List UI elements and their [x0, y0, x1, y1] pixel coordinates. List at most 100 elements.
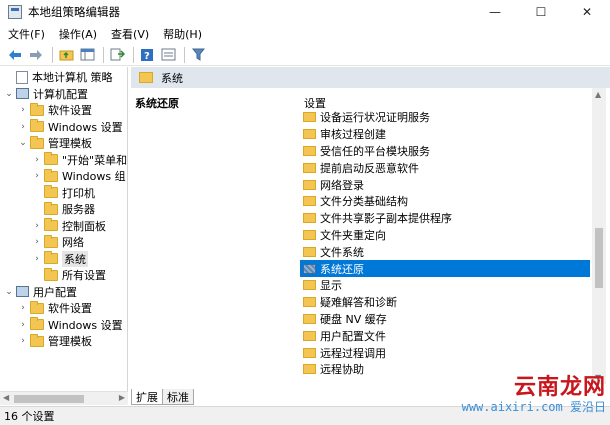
- settings-list-item[interactable]: 受信任的平台模块服务: [300, 143, 590, 160]
- tree-item[interactable]: 服务器: [32, 201, 95, 217]
- expand-chevron-icon[interactable]: ›: [32, 221, 42, 231]
- menu-bar: 文件(F) 操作(A) 查看(V) 帮助(H): [0, 24, 610, 44]
- menu-help[interactable]: 帮助(H): [163, 26, 202, 42]
- expand-chevron-icon[interactable]: ›: [32, 171, 42, 181]
- tree-item[interactable]: › 软件设置: [18, 102, 92, 118]
- expand-chevron-icon[interactable]: ›: [18, 320, 28, 330]
- tab-extended[interactable]: 扩展: [131, 389, 163, 405]
- scroll-left-icon[interactable]: ◀: [3, 393, 9, 402]
- tree-item[interactable]: › 软件设置: [18, 300, 92, 316]
- settings-list-item[interactable]: 硬盘 NV 缓存: [300, 311, 590, 328]
- expand-chevron-icon[interactable]: ›: [18, 122, 28, 132]
- navigation-tree: 本地计算机 策略 ⌄ 计算机配置 › 软件设置 › Windows 设置 ⌄ 管理模板 › "开始"…: [0, 67, 128, 405]
- help-icon[interactable]: ?: [138, 46, 156, 64]
- menu-file[interactable]: 文件(F): [8, 26, 45, 42]
- menu-view[interactable]: 查看(V): [111, 26, 149, 42]
- up-folder-icon[interactable]: [57, 46, 75, 64]
- settings-list-item[interactable]: 提前启动反恶意软件: [300, 159, 590, 176]
- settings-list-item[interactable]: 文件分类基础结构: [300, 193, 590, 210]
- list-vertical-scrollbar[interactable]: ▲ ▼: [592, 88, 606, 384]
- settings-list-item[interactable]: 系统还原: [300, 260, 590, 277]
- settings-list-item-label: 文件系统: [320, 245, 364, 259]
- tree-item[interactable]: › Windows 设置: [18, 317, 123, 333]
- description-title: 系统还原: [135, 97, 179, 110]
- tree-item[interactable]: 所有设置: [32, 267, 106, 283]
- expand-chevron-icon[interactable]: ›: [32, 155, 42, 165]
- content-header-title: 系统: [161, 71, 183, 85]
- toolbar: ?: [0, 44, 610, 66]
- scroll-up-icon[interactable]: ▲: [595, 90, 601, 99]
- expand-chevron-icon[interactable]: ›: [32, 237, 42, 247]
- gpedit-app-icon: [8, 5, 22, 19]
- tree-item[interactable]: › Windows 设置: [18, 119, 123, 135]
- tree-item-label: 控制面板: [62, 219, 106, 233]
- tree-item[interactable]: 打印机: [32, 185, 95, 201]
- scroll-right-icon[interactable]: ▶: [119, 393, 125, 402]
- settings-list: 设置 设备运行状况证明服务 审核过程创建 受信任的平台模块服务 提前启动反恶意软件 网络…: [300, 88, 590, 384]
- settings-list-item[interactable]: 审核过程创建: [300, 126, 590, 143]
- settings-list-item[interactable]: 显示: [300, 277, 590, 294]
- folder-icon: [44, 185, 58, 198]
- folder-icon: [303, 129, 316, 140]
- tree-item[interactable]: › 系统: [32, 250, 88, 267]
- policy-document-icon: [16, 70, 28, 84]
- scroll-thumb[interactable]: [14, 395, 84, 403]
- minimize-button[interactable]: —: [472, 0, 518, 24]
- expand-chevron-icon[interactable]: ›: [18, 303, 28, 313]
- filter-icon[interactable]: [189, 46, 207, 64]
- settings-list-item-label: 提前启动反恶意软件: [320, 161, 419, 175]
- status-text: 16 个设置: [4, 410, 55, 423]
- show-hide-tree-icon[interactable]: [78, 46, 96, 64]
- settings-list-item-label: 受信任的平台模块服务: [320, 144, 430, 158]
- folder-icon: [44, 267, 58, 281]
- folder-icon: [44, 201, 58, 215]
- expand-chevron-icon[interactable]: ›: [18, 105, 28, 115]
- tree-item-label: Windows 设置: [48, 120, 123, 134]
- expand-chevron-icon[interactable]: ›: [32, 254, 42, 264]
- tree-item[interactable]: ⌄ 管理模板: [18, 135, 92, 151]
- settings-list-item[interactable]: 文件共享影子副本提供程序: [300, 210, 590, 227]
- collapse-chevron-icon[interactable]: ⌄: [18, 138, 28, 148]
- tree-item[interactable]: › Windows 组: [32, 168, 126, 184]
- forward-arrow-icon[interactable]: [27, 46, 45, 64]
- settings-list-item[interactable]: 用户配置文件: [300, 327, 590, 344]
- tree-item[interactable]: › "开始"菜单和: [32, 152, 127, 168]
- settings-list-item-label: 文件共享影子副本提供程序: [320, 212, 452, 226]
- maximize-button[interactable]: ☐: [518, 0, 564, 24]
- settings-list-item-label: 文件分类基础结构: [320, 195, 408, 209]
- tree-item[interactable]: › 管理模板: [18, 333, 92, 349]
- collapse-chevron-icon[interactable]: ⌄: [4, 89, 14, 99]
- tree-horizontal-scrollbar[interactable]: ◀ ▶: [0, 391, 128, 405]
- settings-list-item[interactable]: 远程过程调用: [300, 344, 590, 361]
- tree-item[interactable]: ⌄ 用户配置: [4, 284, 77, 300]
- settings-list-item[interactable]: 文件夹重定向: [300, 227, 590, 244]
- folder-icon: [303, 229, 316, 240]
- settings-list-item-label: 设备运行状况证明服务: [320, 111, 430, 125]
- properties-icon[interactable]: [159, 46, 177, 64]
- tree-item[interactable]: › 网络: [32, 234, 84, 250]
- settings-list-item[interactable]: 疑难解答和诊断: [300, 294, 590, 311]
- settings-list-item[interactable]: 网络登录: [300, 176, 590, 193]
- folder-icon: [30, 119, 44, 132]
- tab-standard[interactable]: 标准: [162, 389, 194, 405]
- tree-item-label: 所有设置: [62, 269, 106, 282]
- folder-icon: [30, 317, 44, 330]
- scroll-thumb[interactable]: [595, 228, 603, 288]
- toolbar-separator: [184, 46, 185, 63]
- expand-chevron-icon[interactable]: ›: [18, 336, 28, 346]
- settings-list-item[interactable]: 文件系统: [300, 243, 590, 260]
- tree-item[interactable]: ⌄ 计算机配置: [4, 86, 88, 102]
- folder-icon: [303, 297, 316, 308]
- tree-item[interactable]: 本地计算机 策略: [4, 69, 113, 85]
- settings-list-item[interactable]: 设备运行状况证明服务: [300, 109, 590, 126]
- back-arrow-icon[interactable]: [6, 46, 24, 64]
- collapse-chevron-icon[interactable]: ⌄: [4, 287, 14, 297]
- export-list-icon[interactable]: [108, 46, 126, 64]
- tree-item-label: 本地计算机 策略: [32, 71, 113, 84]
- menu-action[interactable]: 操作(A): [59, 26, 97, 42]
- close-button[interactable]: ✕: [564, 0, 610, 24]
- tree-item[interactable]: › 控制面板: [32, 218, 106, 234]
- settings-list-item-label: 文件夹重定向: [320, 228, 386, 242]
- tree-item-label: Windows 设置: [48, 318, 123, 332]
- tree-item-label: 用户配置: [33, 285, 77, 299]
